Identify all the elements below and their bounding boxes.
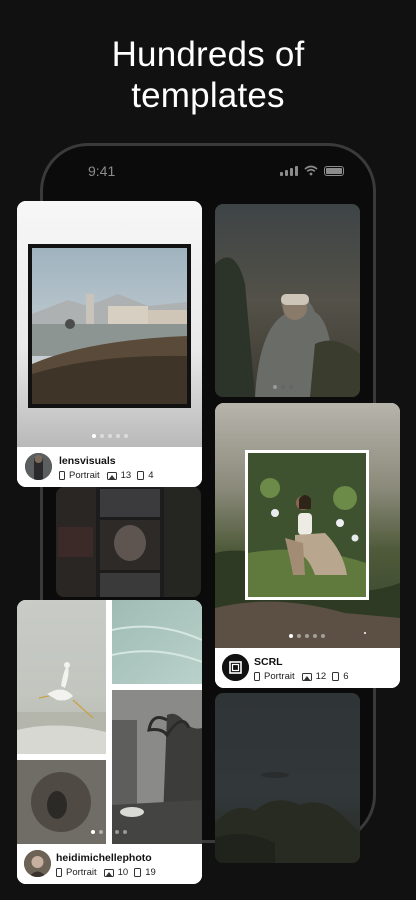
slides-icon	[332, 672, 340, 681]
slide-count: 4	[148, 470, 154, 481]
carousel-dots[interactable]	[91, 830, 127, 834]
headline-line-2: templates	[131, 76, 285, 115]
avatar[interactable]	[24, 850, 51, 877]
portrait-icon	[254, 672, 260, 681]
image-count: 12	[315, 671, 327, 682]
username[interactable]: lensvisuals	[59, 455, 116, 467]
avatar[interactable]	[25, 453, 52, 480]
format-label: Portrait	[69, 470, 100, 481]
headline-line-1: Hundreds of	[111, 35, 305, 74]
image-icon	[106, 471, 117, 480]
portrait-icon	[59, 471, 65, 480]
template-stats: Portrait 10 19	[56, 867, 156, 878]
template-tile-grid-collage[interactable]	[56, 487, 201, 597]
format-label: Portrait	[264, 671, 295, 682]
portrait-icon	[56, 868, 62, 877]
status-icons	[280, 165, 344, 176]
preview-photo-garden	[215, 403, 400, 648]
username[interactable]: heidimichellephoto	[56, 852, 152, 864]
image-icon	[301, 672, 312, 681]
slide-count: 6	[343, 671, 349, 682]
template-card-heidimichellephoto[interactable]: heidimichellephoto Portrait 10 19	[17, 600, 202, 884]
template-stats: Portrait 13 4	[59, 470, 154, 481]
preview-photo-collage	[17, 600, 202, 844]
headline: Hundreds of templates	[0, 34, 416, 116]
carousel-dots[interactable]	[289, 634, 325, 638]
image-count: 10	[117, 867, 129, 878]
slides-icon	[137, 471, 145, 480]
scrl-logo-icon[interactable]	[222, 654, 249, 681]
template-preview	[17, 201, 202, 447]
image-count: 13	[120, 470, 132, 481]
status-time: 9:41	[88, 163, 116, 179]
template-card-lensvisuals[interactable]: lensvisuals Portrait 13 4	[17, 201, 202, 487]
template-card-scrl[interactable]: SCRL Portrait 12 6	[215, 403, 400, 688]
template-tile-beach-portrait[interactable]	[215, 204, 360, 397]
template-meta: heidimichellephoto Portrait 10 19	[17, 844, 202, 884]
template-preview	[17, 600, 202, 844]
slide-count: 19	[145, 867, 156, 878]
template-preview	[215, 403, 400, 648]
image-icon	[103, 868, 114, 877]
username[interactable]: SCRL	[254, 656, 283, 668]
slides-icon	[134, 868, 142, 877]
preview-photo-beach	[28, 244, 191, 408]
wifi-icon	[304, 165, 318, 176]
template-stats: Portrait 12 6	[254, 671, 349, 682]
battery-icon	[324, 165, 344, 176]
format-label: Portrait	[66, 867, 97, 878]
template-meta: lensvisuals Portrait 13 4	[17, 447, 202, 487]
carousel-dots[interactable]	[92, 434, 128, 438]
template-tile-coastal-cliff[interactable]	[215, 693, 360, 863]
signal-icon	[280, 165, 298, 176]
template-meta: SCRL Portrait 12 6	[215, 648, 400, 688]
